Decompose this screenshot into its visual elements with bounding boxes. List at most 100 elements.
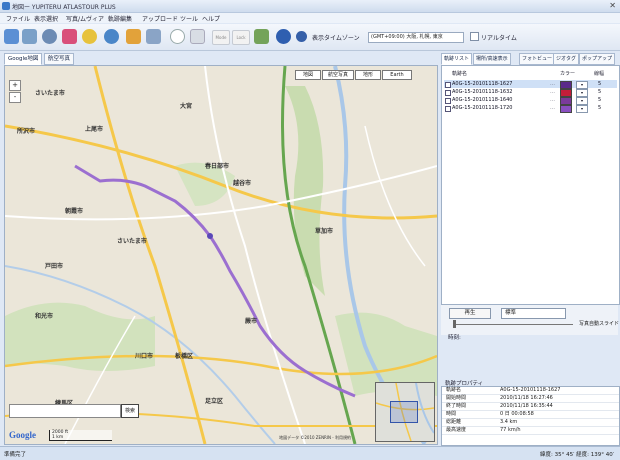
map-type-earth[interactable]: Earth: [382, 70, 412, 80]
tab-photo-view[interactable]: フォトビュー: [519, 53, 556, 65]
menu-help[interactable]: ヘルプ: [202, 14, 220, 23]
playback-bar: 再生 標準 写真自動スライド: [441, 305, 619, 335]
col-color[interactable]: カラー: [560, 70, 575, 77]
place-label: 朝霞市: [65, 208, 84, 215]
google-logo: Google: [9, 430, 36, 440]
place-label: 板橋区: [175, 353, 194, 360]
map-type-map[interactable]: 地図: [295, 70, 321, 80]
close-icon[interactable]: ✕: [609, 1, 616, 10]
place-label: 春日部市: [205, 163, 230, 170]
play-button[interactable]: 再生: [449, 308, 491, 319]
tab-track-list[interactable]: 軌跡リスト: [441, 53, 473, 65]
scale-km: 1 km: [52, 435, 64, 440]
disk-icon[interactable]: [190, 29, 205, 44]
menu-upload[interactable]: アップロード: [142, 14, 178, 23]
camera-icon[interactable]: [42, 29, 57, 44]
photo-icon[interactable]: [146, 29, 161, 44]
coordinates-readout: 緯度: 35° 45′ 経度: 139° 40′: [540, 452, 614, 458]
map-view[interactable]: 地図 航空写真 地形 Earth + - さいたま市 大宮 上尾市 所沢市 春日…: [4, 65, 438, 445]
title-bar: 地図ー YUPITERU ATLASTOUR PLUS ✕: [0, 0, 620, 13]
settings-icon[interactable]: [104, 29, 119, 44]
track-width[interactable]: 5: [598, 96, 601, 104]
more-icon[interactable]: …: [550, 88, 555, 96]
place-label: 上尾市: [85, 126, 104, 133]
timezone-dropdown[interactable]: (GMT+09:00) 大阪, 札幌, 東京: [368, 32, 464, 43]
tab-google-map[interactable]: Google地図: [4, 53, 43, 65]
track-name: A0G-15-20101118-1632: [452, 89, 513, 95]
track-color-swatch[interactable]: [560, 105, 572, 113]
track-width[interactable]: 5: [598, 104, 601, 112]
time-slider[interactable]: [453, 320, 573, 328]
property-row: 終了時間 2010/11/18 16:35:44: [442, 403, 619, 411]
edit-icon[interactable]: [62, 29, 77, 44]
right-tab-bar: 軌跡リスト 場所/高速表示 フォトビュー ジオタグ ポップアップ: [441, 53, 620, 65]
property-value: 2010/11/18 16:27:46: [500, 395, 553, 401]
track-row[interactable]: A0G-15-20101118-1632… ▾ 5: [444, 88, 617, 97]
property-value: 77 km/h: [500, 427, 521, 433]
folder-icon[interactable]: [126, 29, 141, 44]
slider-knob[interactable]: [453, 320, 456, 328]
map-canvas[interactable]: [5, 66, 437, 444]
menu-file[interactable]: ファイル: [6, 14, 30, 23]
place-label: さいたま市: [35, 90, 65, 97]
map-search-input[interactable]: [9, 404, 121, 418]
tab-geotag[interactable]: ジオタグ: [553, 53, 580, 65]
tab-popup[interactable]: ポップアップ: [579, 53, 616, 65]
tab-aerial[interactable]: 航空写真: [44, 53, 75, 65]
property-key: 最高速度: [446, 427, 467, 433]
track-width[interactable]: 5: [598, 80, 601, 88]
open-file-icon[interactable]: [4, 29, 19, 44]
property-value: 3.4 km: [500, 419, 518, 425]
lock-button[interactable]: Lock: [232, 30, 250, 45]
track-table-header: 軌跡名 カラー 線幅: [442, 70, 619, 78]
track-visible-checkbox[interactable]: [445, 106, 451, 112]
zoom-control: + -: [9, 80, 23, 104]
place-label: 和光市: [35, 313, 54, 320]
print-icon[interactable]: [22, 29, 37, 44]
col-track-name[interactable]: 軌跡名: [452, 70, 467, 77]
speed-dropdown[interactable]: 標準: [501, 308, 566, 319]
menu-tools[interactable]: ツール: [180, 14, 198, 23]
app-window: 地図ー YUPITERU ATLASTOUR PLUS ✕ ファイル 表示選択 …: [0, 0, 620, 460]
menu-bar: ファイル 表示選択 写真/ムヴィア 軌跡編集 アップロード ツール ヘルプ: [0, 13, 620, 23]
clock-icon[interactable]: [170, 29, 185, 44]
timezone-icon: [296, 31, 307, 42]
map-type-aerial[interactable]: 航空写真: [322, 70, 354, 80]
more-icon[interactable]: …: [550, 80, 555, 88]
place-label: 足立区: [205, 398, 224, 405]
property-key: 終了時間: [446, 403, 467, 409]
globe-icon[interactable]: [276, 29, 291, 44]
star-icon[interactable]: [82, 29, 97, 44]
place-label: 草加市: [315, 228, 334, 235]
mode-button[interactable]: Mode: [212, 30, 230, 45]
property-key: 時間: [446, 411, 457, 417]
map-tab-bar: Google地図 航空写真: [4, 53, 436, 65]
track-row[interactable]: A0G-15-20101118-1720 … ▾ 5: [444, 104, 617, 113]
map-search-button[interactable]: 検索: [121, 404, 139, 418]
menu-photo[interactable]: 写真/ムヴィア: [66, 14, 104, 23]
more-icon[interactable]: …: [550, 104, 555, 112]
zoom-in-button[interactable]: +: [9, 80, 21, 91]
zoom-out-button[interactable]: -: [9, 92, 21, 103]
menu-track-edit[interactable]: 軌跡編集: [108, 14, 132, 23]
property-key: 開始時間: [446, 395, 467, 401]
overview-map[interactable]: [375, 382, 435, 442]
property-row: 軌跡名 A0G-15-20101118-1627: [442, 387, 619, 395]
track-width[interactable]: 5: [598, 88, 601, 96]
color-dropdown-icon[interactable]: ▾: [576, 105, 588, 113]
menu-view[interactable]: 表示選択: [34, 14, 58, 23]
map-icon[interactable]: [254, 29, 269, 44]
track-row[interactable]: A0G-15-20101118-1640… ▾ 5: [444, 96, 617, 105]
track-name: A0G-15-20101118-1640: [452, 97, 513, 103]
sync-photo-label[interactable]: 写真自動スライド: [579, 320, 619, 327]
col-width[interactable]: 線幅: [594, 70, 604, 77]
tab-location-speed[interactable]: 場所/高速表示: [473, 53, 511, 65]
place-label: 大宮: [180, 103, 193, 110]
realtime-checkbox[interactable]: [470, 32, 479, 41]
map-type-terrain[interactable]: 地形: [355, 70, 381, 80]
more-icon[interactable]: …: [550, 96, 555, 104]
status-bar: 準備完了 緯度: 35° 45′ 経度: 139° 40′: [0, 446, 620, 460]
overview-viewport[interactable]: [390, 401, 418, 423]
track-row[interactable]: A0G-15-20101118-1627… ▾ 5: [444, 80, 617, 89]
track-list-panel: 軌跡名 カラー 線幅 A0G-15-20101118-1627… ▾ 5 A0G-15…: [441, 65, 620, 305]
